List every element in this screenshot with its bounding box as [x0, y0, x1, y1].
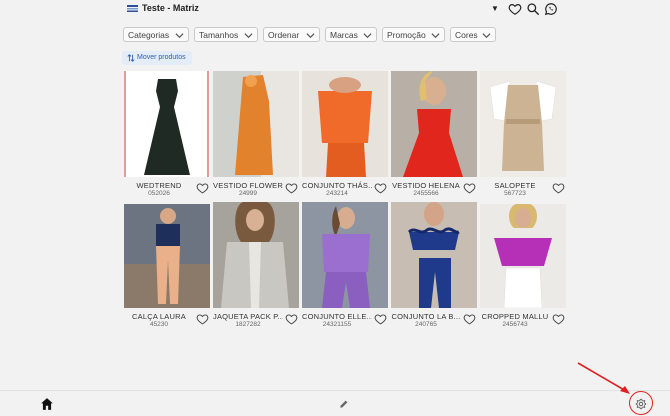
chevron-down-icon — [482, 33, 491, 39]
chevron-down-icon — [244, 33, 253, 39]
product-image[interactable] — [124, 71, 210, 177]
product-name: CROPPED MALLU — [481, 312, 549, 321]
chevron-down-icon — [175, 33, 184, 39]
store-title[interactable]: Teste - Matriz — [142, 3, 199, 13]
product-name: WEDTREND — [136, 181, 182, 190]
annotation-arrow — [577, 362, 630, 394]
caret-down-icon[interactable]: ▼ — [491, 4, 499, 13]
filter-tamanhos[interactable]: Tamanhos — [194, 27, 258, 42]
whatsapp-icon[interactable] — [544, 2, 558, 16]
heart-icon[interactable] — [508, 2, 522, 16]
product-name: CONJUNTO LA B... — [391, 312, 461, 321]
sort-arrows-icon — [127, 54, 135, 62]
product-image[interactable] — [213, 71, 299, 177]
chevron-down-icon — [363, 33, 372, 39]
product-image[interactable] — [480, 71, 566, 177]
favorite-heart-icon[interactable] — [374, 182, 387, 194]
product-code: 2455566 — [413, 190, 439, 197]
favorite-heart-icon[interactable] — [285, 313, 298, 325]
product-name: SALOPETE — [494, 181, 536, 190]
favorite-heart-icon[interactable] — [196, 182, 209, 194]
product-code: 24321155 — [322, 321, 352, 328]
product-image[interactable] — [213, 202, 299, 308]
move-products-button[interactable]: Mover produtos — [122, 51, 192, 65]
favorite-heart-icon[interactable] — [196, 313, 209, 325]
filter-cores[interactable]: Cores — [450, 27, 496, 42]
favorite-heart-icon[interactable] — [552, 313, 565, 325]
filter-marcas[interactable]: Marcas — [325, 27, 377, 42]
product-name: VESTIDO FLOWER — [213, 181, 283, 190]
annotation-highlight-circle — [629, 391, 653, 415]
bottom-nav — [0, 390, 670, 416]
chevron-down-icon — [306, 33, 315, 39]
product-code: 240765 — [415, 321, 437, 328]
product-image[interactable] — [124, 204, 210, 308]
favorite-heart-icon[interactable] — [552, 182, 565, 194]
favorite-heart-icon[interactable] — [374, 313, 387, 325]
filter-label: Tamanhos — [199, 30, 239, 40]
filter-label: Ordenar — [268, 30, 300, 40]
filter-label: Categorias — [128, 30, 170, 40]
favorite-heart-icon[interactable] — [463, 313, 476, 325]
product-code: 243214 — [326, 190, 348, 197]
move-products-label: Mover produtos — [137, 54, 186, 61]
product-image[interactable] — [480, 204, 566, 308]
product-image[interactable] — [302, 202, 388, 308]
favorite-heart-icon[interactable] — [285, 182, 298, 194]
pencil-icon[interactable] — [339, 399, 349, 409]
product-image[interactable] — [391, 202, 477, 308]
filter-label: Marcas — [330, 30, 358, 40]
product-code: 45230 — [149, 321, 169, 328]
product-code: 567723 — [504, 190, 526, 197]
filter-ordenar[interactable]: Ordenar — [263, 27, 320, 42]
product-code: 24999 — [238, 190, 258, 197]
product-name: VESTIDO HELENA — [392, 181, 460, 190]
store-logo-icon — [127, 5, 138, 12]
product-name: CONJUNTO THÁS... — [302, 181, 372, 190]
filter-categorias[interactable]: Categorias — [123, 27, 189, 42]
chevron-down-icon — [431, 33, 440, 39]
filter-label: Promoção — [387, 30, 426, 40]
product-name: JAQUETA PACK P... — [213, 312, 283, 321]
product-code: 2456743 — [502, 321, 528, 328]
product-image[interactable] — [391, 71, 477, 177]
filter-promocao[interactable]: Promoção — [382, 27, 445, 42]
favorite-heart-icon[interactable] — [463, 182, 476, 194]
product-code: 1827282 — [235, 321, 261, 328]
product-name: CALÇA LAURA — [132, 312, 186, 321]
product-code: 052026 — [148, 190, 170, 197]
filter-label: Cores — [455, 30, 478, 40]
product-image[interactable] — [302, 71, 388, 177]
top-bar: Teste - Matriz ▼ — [0, 0, 670, 18]
product-name: CONJUNTO ELLE... — [302, 312, 372, 321]
home-icon[interactable] — [40, 397, 54, 411]
search-icon[interactable] — [526, 2, 540, 16]
